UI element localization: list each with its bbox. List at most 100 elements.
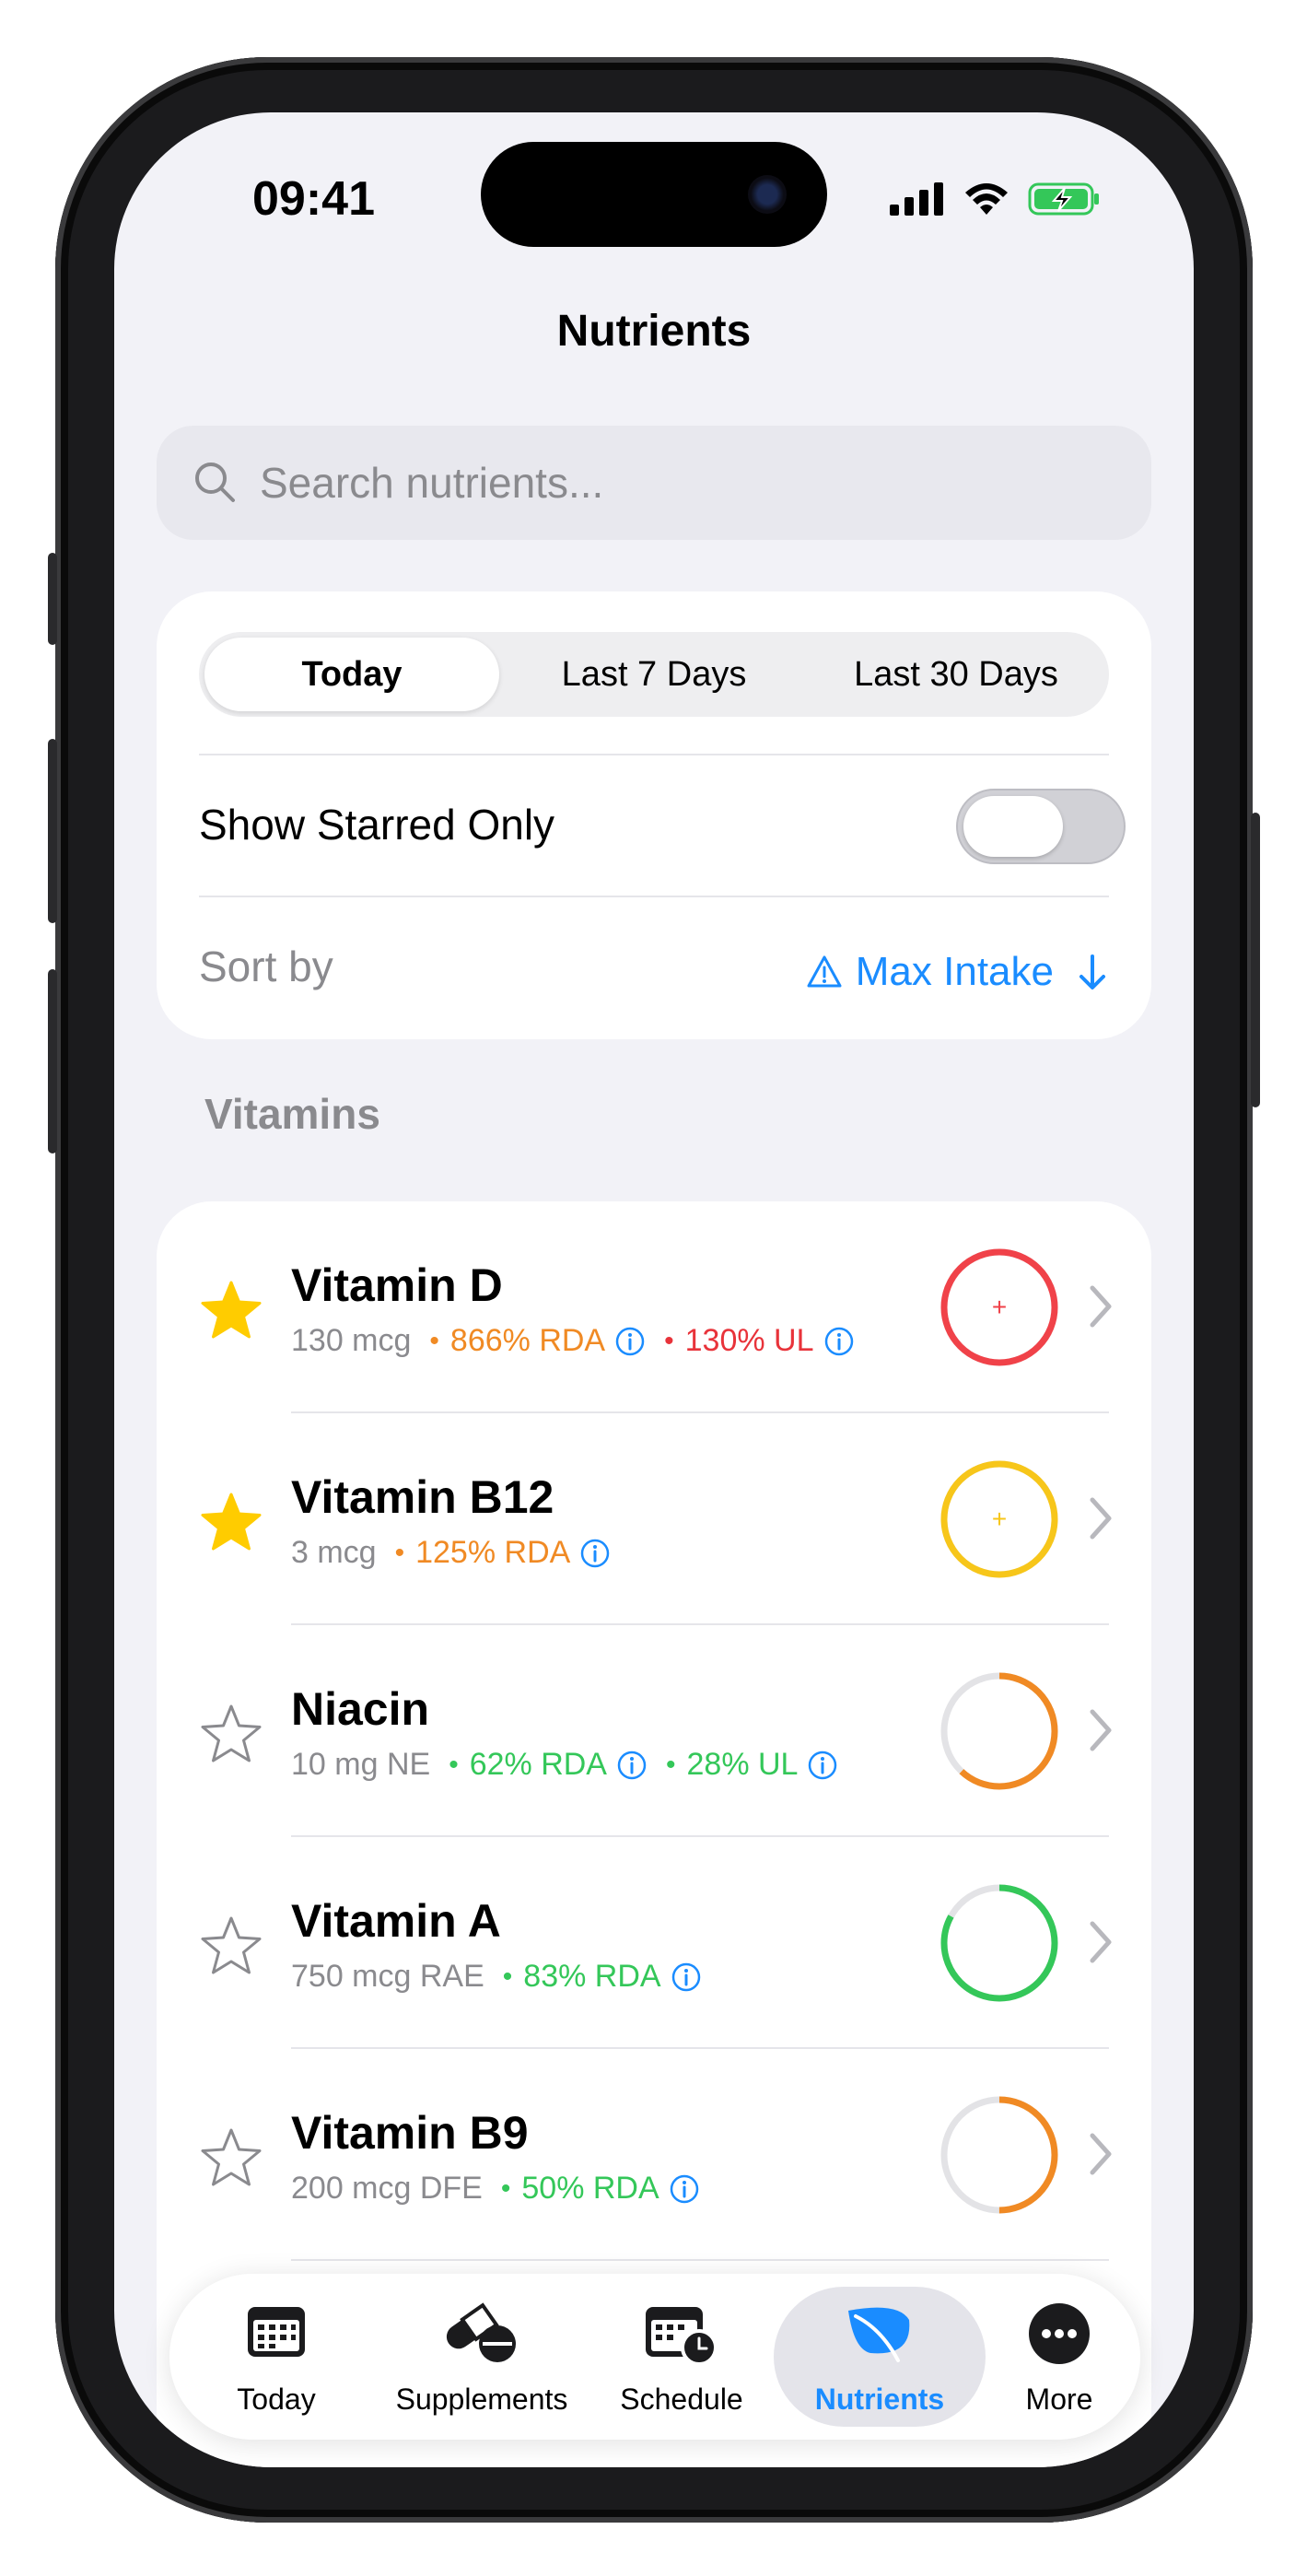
tab-label: Supplements	[395, 2383, 568, 2416]
nutrient-name: Vitamin B12	[291, 1471, 554, 1523]
ring-symbol: +	[992, 1505, 1007, 1533]
chevron-right-icon	[1090, 2133, 1112, 2175]
search-field[interactable]: Search nutrients...	[157, 426, 1151, 540]
bullet: •	[664, 1325, 674, 1356]
tab-supplements[interactable]: Supplements	[374, 2274, 589, 2440]
tab-label: Today	[237, 2383, 316, 2416]
info-icon[interactable]	[616, 1750, 648, 1781]
nutrient-row[interactable]: Niacin 10 mg NE • 62% RDA • 28% UL	[157, 1625, 1151, 1837]
leaf-icon	[848, 2307, 910, 2362]
chevron-right-icon	[1090, 1921, 1112, 1963]
bullet: •	[449, 1749, 459, 1780]
tab-more[interactable]: More	[986, 2274, 1133, 2440]
nutrient-amount: 130 mcg	[291, 1323, 412, 1358]
wifi-icon	[965, 183, 1008, 215]
star-filled-icon[interactable]	[199, 1279, 263, 1343]
screen: 09:41 Nutrients Search nutrients... Toda…	[114, 112, 1194, 2467]
page-title: Nutrients	[556, 307, 752, 356]
nutrient-row[interactable]: Vitamin B12 3 mcg • 125% RDA +	[157, 1413, 1151, 1625]
sort-picker[interactable]: Max Intake	[806, 949, 1109, 995]
tab-schedule[interactable]: Schedule	[589, 2274, 774, 2440]
segment-last-30-days[interactable]: Last 30 Days	[809, 638, 1103, 711]
progress-ring	[940, 2096, 1058, 2214]
info-icon[interactable]	[671, 1961, 702, 1993]
more-icon	[1029, 2303, 1090, 2364]
period-segmented-control: Today Last 7 Days Last 30 Days	[199, 632, 1109, 717]
row-divider	[291, 2259, 1109, 2261]
warning-icon	[807, 955, 842, 988]
info-icon[interactable]	[579, 1538, 611, 1569]
nutrient-name: Niacin	[291, 1683, 430, 1735]
calendar-icon	[248, 2307, 305, 2357]
nutrient-stat: 83% RDA	[523, 1959, 661, 1994]
nutrient-row[interactable]: Vitamin D 130 mcg • 866% RDA • 130% UL +	[157, 1201, 1151, 1413]
nutrient-amount: 200 mcg DFE	[291, 2171, 483, 2206]
info-icon[interactable]	[807, 1750, 838, 1781]
volume-down-button	[48, 969, 57, 1153]
star-outline-icon[interactable]	[199, 1703, 263, 1767]
nutrient-amount: 750 mcg RAE	[291, 1959, 484, 1994]
tab-today[interactable]: Today	[179, 2274, 374, 2440]
action-button	[48, 553, 57, 645]
chevron-right-icon	[1090, 1709, 1112, 1751]
sort-value: Max Intake	[855, 949, 1054, 994]
battery-charging-icon	[1028, 182, 1099, 216]
dynamic-island	[481, 142, 827, 247]
chevron-right-icon	[1090, 1285, 1112, 1328]
nutrient-details: 10 mg NE • 62% RDA • 28% UL	[291, 1747, 838, 1783]
nutrient-details: 3 mcg • 125% RDA	[291, 1535, 611, 1571]
starred-only-toggle[interactable]	[956, 789, 1126, 864]
nutrient-name: Vitamin A	[291, 1895, 501, 1947]
starred-only-label: Show Starred Only	[199, 801, 555, 849]
star-outline-icon[interactable]	[199, 2126, 263, 2191]
star-filled-icon[interactable]	[199, 1491, 263, 1555]
sort-label: Sort by	[199, 943, 333, 990]
nutrient-name: Vitamin D	[291, 1259, 503, 1311]
bullet: •	[429, 1325, 439, 1356]
nutrient-stat: 28% UL	[686, 1747, 799, 1782]
segment-today[interactable]: Today	[204, 638, 499, 711]
segment-last-7-days[interactable]: Last 7 Days	[507, 638, 801, 711]
nutrient-name: Vitamin B9	[291, 2107, 529, 2159]
power-button	[1251, 813, 1260, 1107]
tab-label: Nutrients	[814, 2383, 945, 2416]
nutrient-row[interactable]: Vitamin A 750 mcg RAE • 83% RDA	[157, 1837, 1151, 2049]
progress-ring	[940, 1884, 1058, 2002]
toggle-knob	[963, 796, 1063, 857]
chevron-right-icon	[1090, 1497, 1112, 1540]
status-icons	[890, 181, 1102, 217]
progress-ring	[940, 1672, 1058, 1790]
camera-icon	[748, 175, 787, 214]
tab-bar: Today Supplements Schedule Nutrients Mor…	[169, 2274, 1140, 2440]
nutrient-details: 130 mcg • 866% RDA • 130% UL	[291, 1323, 855, 1359]
nutrient-amount: 10 mg NE	[291, 1747, 431, 1782]
bullet: •	[394, 1537, 405, 1568]
tab-nutrients[interactable]: Nutrients	[774, 2274, 986, 2440]
divider	[199, 754, 1109, 755]
calendar-clock-icon	[646, 2307, 718, 2366]
search-input[interactable]: Search nutrients...	[260, 458, 603, 508]
nutrient-stat: 50% RDA	[521, 2171, 659, 2206]
info-icon[interactable]	[614, 1326, 646, 1357]
progress-ring: +	[940, 1460, 1058, 1578]
progress-ring: +	[940, 1248, 1058, 1366]
search-icon	[195, 463, 235, 502]
signal-icon	[890, 182, 943, 216]
nutrient-amount: 3 mcg	[291, 1535, 377, 1570]
star-outline-icon[interactable]	[199, 1914, 263, 1979]
volume-up-button	[48, 739, 57, 923]
tab-label: More	[1025, 2383, 1093, 2416]
nutrient-stat: 130% UL	[684, 1323, 814, 1358]
nutrient-stat: 62% RDA	[469, 1747, 607, 1782]
arrow-down-icon	[1079, 954, 1105, 989]
nutrient-row[interactable]: Vitamin B9 200 mcg DFE • 50% RDA	[157, 2049, 1151, 2261]
nutrient-stat: 866% RDA	[449, 1323, 606, 1358]
bullet: •	[500, 2172, 511, 2204]
status-time: 09:41	[252, 172, 375, 226]
nutrient-stat: 125% RDA	[415, 1535, 571, 1570]
info-icon[interactable]	[669, 2173, 700, 2205]
bullet: •	[502, 1961, 513, 1992]
filter-card: Today Last 7 Days Last 30 Days Show Star…	[157, 591, 1151, 1039]
info-icon[interactable]	[823, 1326, 855, 1357]
ring-symbol: +	[992, 1293, 1007, 1321]
